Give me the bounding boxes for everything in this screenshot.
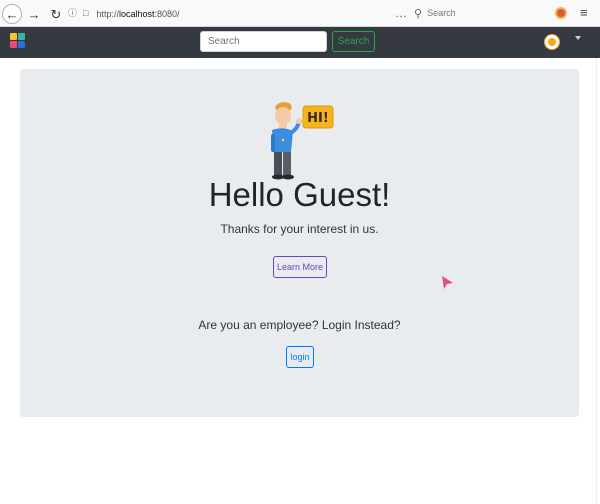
page-divider xyxy=(596,58,597,504)
browser-search-field[interactable]: ⚲ Search xyxy=(414,3,544,23)
reload-button[interactable]: ↻ xyxy=(46,4,66,24)
extension-icon[interactable] xyxy=(555,7,567,19)
page-title: Hello Guest! xyxy=(208,176,391,213)
url-text: http://localhost:8080/ xyxy=(96,8,180,19)
learn-more-button[interactable]: Learn More xyxy=(273,256,327,278)
browser-toolbar: ← → ↻ ⓘ □ http://localhost:8080/ … ⚲ Sea… xyxy=(0,0,600,27)
reload-icon: ↻ xyxy=(50,6,62,22)
forward-button[interactable]: → xyxy=(24,4,44,24)
mouse-cursor-icon xyxy=(442,276,453,289)
login-button[interactable]: login xyxy=(286,346,314,368)
speech-bubble-text: HI! xyxy=(307,111,329,126)
info-icon: ⓘ xyxy=(68,8,78,18)
page-icon: □ xyxy=(83,8,89,18)
brand-logo-icon[interactable] xyxy=(10,33,27,50)
user-avatar-icon[interactable] xyxy=(545,35,559,49)
employee-prompt-text: Are you an employee? Login Instead? xyxy=(198,318,401,332)
browser-search-placeholder: Search xyxy=(427,8,456,18)
app-navbar: Search xyxy=(0,27,600,58)
page-actions-button[interactable]: … xyxy=(395,5,408,21)
search-input[interactable] xyxy=(200,31,327,52)
chevron-down-icon[interactable] xyxy=(575,36,581,40)
mascot-illustration: HI! xyxy=(271,102,334,180)
search-button[interactable]: Search xyxy=(332,31,375,52)
arrow-right-icon: → xyxy=(27,6,41,22)
search-icon: ⚲ xyxy=(414,7,423,20)
address-bar[interactable]: ⓘ □ http://localhost:8080/ xyxy=(68,4,405,23)
back-button[interactable]: ← xyxy=(2,4,22,24)
hamburger-menu-icon[interactable]: ≡ xyxy=(580,4,588,22)
arrow-left-icon: ← xyxy=(5,6,19,22)
tagline-text: Thanks for your interest in us. xyxy=(220,222,379,236)
